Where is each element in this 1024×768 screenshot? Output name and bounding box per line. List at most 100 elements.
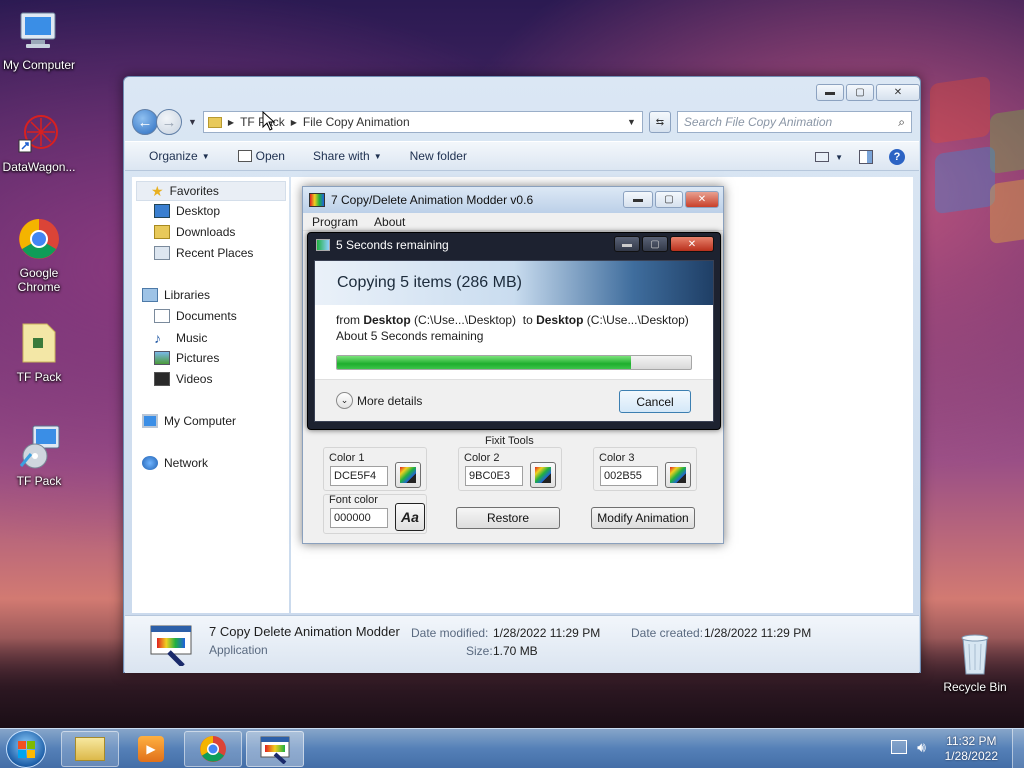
windows-logo-icon (17, 740, 35, 758)
computer-icon (142, 414, 158, 428)
animation-modder-icon (260, 736, 290, 764)
clock-time: 11:32 PM (946, 734, 997, 748)
copy-dialog-preview: 5 Seconds remaining ▬ ▢ ✕ Copying 5 item… (307, 232, 721, 430)
maximize-button[interactable]: ▢ (642, 236, 668, 252)
volume-icon[interactable]: 🔊︎ (917, 740, 926, 754)
nav-item-label: Documents (176, 309, 237, 323)
maximize-button[interactable]: ▢ (846, 84, 874, 101)
desktop-icon-datawagon[interactable]: DataWagon... (0, 110, 78, 174)
nav-favorites-label: Favorites (169, 184, 219, 198)
color2-picker-button[interactable] (530, 462, 556, 488)
date-modified-value: 1/28/2022 11:29 PM (493, 626, 601, 640)
breadcrumb-separator-icon[interactable]: ▶ (291, 118, 297, 127)
address-dropdown-icon[interactable]: ▼ (627, 117, 636, 127)
close-button[interactable]: ✕ (670, 236, 714, 252)
start-button[interactable] (6, 730, 46, 768)
modify-animation-button[interactable]: Modify Animation (591, 507, 695, 529)
datawagon-icon (16, 110, 62, 156)
menu-about[interactable]: About (374, 215, 405, 229)
star-icon: ★ (151, 182, 164, 199)
paintbrush-icon (400, 467, 416, 483)
from-prefix: from (336, 313, 360, 327)
nav-item-pictures[interactable]: Pictures (154, 351, 219, 365)
desktop-icon-label: DataWagon... (2, 160, 76, 174)
desktop-icon-my-computer[interactable]: My Computer (0, 8, 78, 72)
copy-progress-bar (336, 355, 692, 370)
folder-icon (75, 737, 105, 761)
share-with-button[interactable]: Share with ▼ (313, 149, 382, 163)
color3-picker-button[interactable] (665, 462, 691, 488)
desktop-icon-google-chrome[interactable]: Google Chrome (0, 216, 78, 294)
minimize-button[interactable]: ▬ (816, 84, 844, 101)
nav-item-videos[interactable]: Videos (154, 372, 212, 386)
taskbar-explorer[interactable] (61, 731, 119, 767)
organize-button[interactable]: Organize ▼ (149, 149, 210, 163)
videos-icon (154, 372, 170, 386)
chevron-down-icon[interactable]: ▼ (835, 153, 843, 162)
restore-button[interactable]: Restore (456, 507, 560, 529)
nav-item-music[interactable]: ♪ Music (154, 330, 207, 346)
new-folder-label: New folder (409, 149, 467, 163)
size-label: Size: (466, 644, 493, 658)
nav-item-label: Downloads (176, 225, 236, 239)
modder-title-bar: 7 Copy/Delete Animation Modder v0.6 ▬ ▢ … (303, 187, 723, 213)
change-view-icon[interactable] (815, 152, 830, 162)
modder-title: 7 Copy/Delete Animation Modder v0.6 (331, 193, 534, 207)
taskbar-media-player[interactable]: ▶ (122, 731, 180, 767)
refresh-button[interactable]: ⇆ (648, 111, 671, 133)
desktop-icon-label: TF Pack (16, 370, 62, 384)
system-clock[interactable]: 11:32 PM 1/28/2022 (945, 734, 998, 764)
application-icon (149, 622, 193, 668)
new-folder-button[interactable]: New folder (410, 149, 467, 163)
taskbar-chrome[interactable] (184, 731, 242, 767)
desktop-icon-recycle-bin[interactable]: Recycle Bin (936, 630, 1014, 694)
desktop-icon-label: My Computer (2, 58, 76, 72)
minimize-button[interactable]: ▬ (614, 236, 640, 252)
nav-favorites[interactable]: ★ Favorites (136, 181, 286, 201)
date-created-value: 1/28/2022 11:29 PM (704, 626, 812, 640)
close-button[interactable]: ✕ (876, 84, 920, 101)
desktop-icon-tf-pack-folder[interactable]: TF Pack (0, 320, 78, 384)
nav-item-recent-places[interactable]: Recent Places (154, 246, 253, 260)
installer-icon (16, 424, 62, 470)
network-tray-icon[interactable] (891, 740, 908, 754)
nav-item-downloads[interactable]: Downloads (154, 225, 235, 239)
nav-item-label: Desktop (176, 204, 221, 218)
open-button[interactable]: Open (237, 149, 285, 163)
close-button[interactable]: ✕ (685, 191, 719, 208)
preview-pane-icon[interactable] (859, 150, 873, 164)
nav-item-documents[interactable]: Documents (154, 309, 237, 323)
show-desktop-button[interactable] (1012, 729, 1024, 768)
nav-my-computer[interactable]: My Computer (142, 414, 236, 428)
explorer-window-controls: ▬ ▢ ✕ (816, 84, 920, 101)
paintbrush-icon (670, 467, 686, 483)
breadcrumb-separator-icon[interactable]: ▶ (228, 118, 234, 127)
libraries-icon (142, 288, 158, 302)
color2-field[interactable]: 9BC0E3 (465, 466, 523, 486)
recent-pages-chevron-icon[interactable]: ▼ (188, 117, 197, 127)
nav-network-label: Network (164, 456, 209, 470)
font-color-field[interactable]: 000000 (330, 508, 388, 528)
breadcrumb-file-copy-animation[interactable]: File Copy Animation (303, 115, 410, 129)
maximize-button[interactable]: ▢ (655, 191, 683, 208)
forward-button[interactable]: → (156, 109, 182, 135)
search-input[interactable]: Search File Copy Animation ⌕ (676, 111, 912, 133)
color1-picker-button[interactable] (395, 462, 421, 488)
back-button[interactable]: ← (132, 109, 158, 135)
color1-field[interactable]: DCE5F4 (330, 466, 388, 486)
desktop-icon-label: Recycle Bin (943, 680, 1007, 694)
nav-libraries[interactable]: Libraries (142, 288, 210, 302)
minimize-button[interactable]: ▬ (623, 191, 653, 208)
nav-item-desktop[interactable]: Desktop (154, 204, 220, 218)
menu-program[interactable]: Program (312, 215, 358, 229)
font-color-picker-button[interactable]: Aa (395, 503, 425, 531)
downloads-icon (154, 225, 170, 239)
help-icon[interactable]: ? (889, 149, 905, 165)
desktop-icon-tf-pack-installer[interactable]: TF Pack (0, 424, 78, 488)
details-file-type: Application (209, 643, 268, 657)
cancel-button[interactable]: Cancel (619, 390, 691, 413)
taskbar-animation-modder[interactable] (246, 731, 304, 767)
more-details-toggle[interactable]: ⌄ More details (336, 392, 422, 409)
color3-field[interactable]: 002B55 (600, 466, 658, 486)
nav-network[interactable]: Network (142, 456, 208, 470)
